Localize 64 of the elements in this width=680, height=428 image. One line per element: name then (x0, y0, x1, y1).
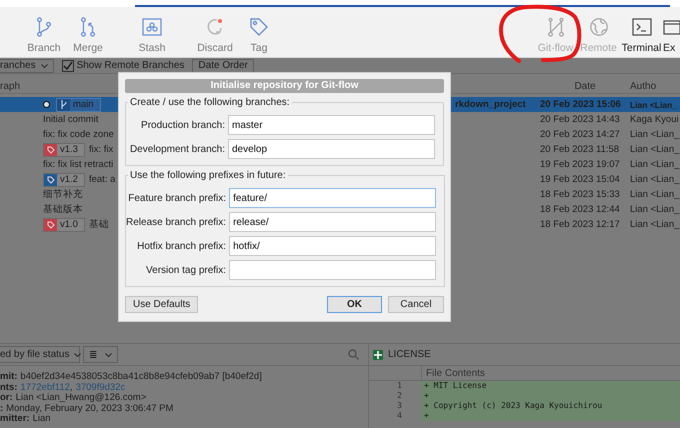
group-title: Create / use the following branches: (129, 97, 291, 108)
toolbar-label: Branch (27, 42, 61, 54)
detail-label: nts: (0, 382, 18, 392)
group-title: Use the following prefixes in future: (129, 170, 287, 181)
date-cell-text: 19 Feb 2023 15:04 (540, 174, 621, 185)
author-cell: Lian <Lian_ (630, 159, 680, 170)
author-cell: Lian <Lian_ (630, 174, 680, 185)
detail-value: Monday, February 20, 2023 3:06:47 PM (6, 402, 174, 413)
field-label: Release branch prefix: (126, 216, 226, 228)
date-cell-text: 20 Feb 2023 14:27 (540, 129, 621, 140)
author-cell: Lian <Lian_ (630, 189, 680, 200)
detail-label: mitter: (0, 413, 30, 424)
author-cell: Lian <Lian_ (630, 219, 680, 230)
date-cell-text: 19 Feb 2023 19:07 (540, 159, 621, 170)
toolbar-label: Tag (250, 42, 268, 54)
field-label: Version tag prefix: (146, 264, 226, 276)
separator-comma: , (70, 382, 73, 392)
commit-message: feat: a (88, 174, 116, 185)
commit-message: rkdown_project (455, 99, 526, 110)
commit-message: Initial commit (43, 114, 98, 125)
detail-label: : (0, 402, 4, 413)
toolbar-label: Merge (73, 42, 103, 54)
date-cell-text: 18 Feb 2023 15:33 (540, 189, 621, 200)
author-cell: Lian <Lian_ (630, 129, 680, 140)
line-number: 2 (396, 391, 403, 401)
toolbar-label: Terminal (622, 42, 662, 54)
date-cell-text: 20 Feb 2023 15:06 (540, 99, 622, 110)
tag-badge: v1.2 (43, 172, 85, 186)
author-cell: Lian <Lian_ (630, 204, 680, 215)
detail-value: Lian (32, 413, 51, 424)
field-label: Hotfix branch prefix: (137, 240, 226, 252)
author-cell-text: Lian <Lian_ (630, 100, 678, 110)
detail-value: Lian <Lian_Hwang@126.com> (16, 392, 146, 402)
branch-badge: main (56, 98, 101, 112)
line-number: 4 (396, 411, 403, 421)
toolbar-label: Remote (580, 42, 617, 54)
checkbox-label: Show Remote Branches (76, 60, 184, 71)
date-cell-text: 20 Feb 2023 11:58 (540, 144, 620, 155)
tag-badge: v1.0 (43, 218, 85, 232)
column-header: File Contents (425, 368, 485, 378)
toolbar-label: Git-flow (538, 42, 574, 54)
field-label: Feature branch prefix: (128, 192, 226, 204)
toolbar-label: Ex (663, 42, 676, 54)
detail-label: or: (0, 392, 13, 402)
date-cell-text: 18 Feb 2023 12:17 (540, 219, 621, 230)
toolbar-label: Discard (197, 42, 233, 54)
detail-label: mit: (0, 371, 18, 382)
line-number: 1 (396, 381, 403, 391)
commit-message: fix: fix code zone (43, 129, 114, 140)
commit-message: fix: fix list retracti (43, 159, 114, 170)
detail-value: b40ef2d34e4538053c8ba41c8b8e94cfeb09ab7 [b40ef2d] (20, 371, 262, 382)
commit-message: fix: fix (88, 144, 114, 155)
commit-message: 基础 (88, 218, 109, 231)
date-cell-text: 18 Feb 2023 12:44 (540, 204, 621, 215)
toolbar-label: Stash (138, 42, 166, 54)
dialog-title: Initialise repository for Git-flow (125, 79, 444, 93)
field-label: Production branch: (141, 120, 225, 130)
author-cell: Lian <Lian_ (630, 144, 680, 155)
date-cell-text: 20 Feb 2023 14:43 (540, 114, 621, 125)
field-label: Development branch: (130, 144, 225, 154)
commit-message: 基础版本 (43, 203, 83, 216)
line-number: 3 (396, 401, 403, 411)
tag-badge: v1.3 (43, 142, 85, 156)
file-name: LICENSE (388, 349, 431, 360)
